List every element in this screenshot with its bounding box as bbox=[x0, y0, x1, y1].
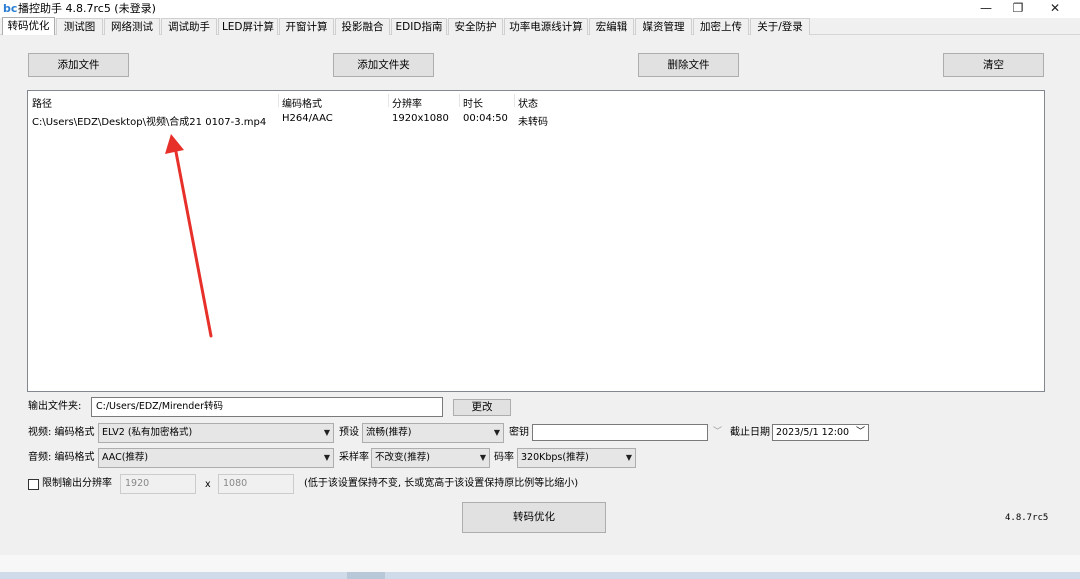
video-codec-label: 视频: 编码格式 bbox=[28, 427, 95, 438]
column-header-resolution[interactable]: 分辨率 bbox=[392, 95, 422, 110]
samplerate-label: 采样率 bbox=[339, 452, 369, 463]
preset-select[interactable]: 流畅(推荐) ▼ bbox=[362, 423, 504, 443]
tab-about-login[interactable]: 关于/登录 bbox=[750, 18, 810, 35]
file-list[interactable]: 路径 编码格式 分辨率 时长 状态 C:\Users\EDZ\Desktop\视… bbox=[27, 90, 1045, 392]
cell-resolution: 1920x1080 bbox=[392, 113, 449, 124]
dropdown-arrow-icon: ▼ bbox=[323, 428, 330, 437]
change-folder-button[interactable]: 更改 bbox=[453, 399, 511, 416]
column-header-path[interactable]: 路径 bbox=[32, 95, 52, 110]
dropdown-arrow-icon: ▼ bbox=[625, 453, 632, 462]
delete-file-button[interactable]: 删除文件 bbox=[638, 53, 739, 77]
output-folder-label: 输出文件夹: bbox=[28, 401, 82, 412]
limit-resolution-label: 限制输出分辨率 bbox=[42, 478, 112, 489]
tab-debug-assistant[interactable]: 调试助手 bbox=[161, 18, 217, 35]
convert-button[interactable]: 转码优化 bbox=[462, 502, 606, 533]
taskbar bbox=[0, 572, 1080, 579]
tab-window-calc[interactable]: 开窗计算 bbox=[279, 18, 334, 35]
tab-test-pattern[interactable]: 测试图 bbox=[56, 18, 103, 35]
tab-media-management[interactable]: 媒资管理 bbox=[635, 18, 692, 35]
title-bar: bc 播控助手 4.8.7rc5 (未登录) — ❐ ✕ bbox=[0, 0, 1080, 18]
expiry-date-value: 2023/5/1 12:00 bbox=[776, 427, 850, 438]
tab-network-test[interactable]: 网络测试 bbox=[104, 18, 160, 35]
output-folder-input[interactable]: C:/Users/EDZ/Mirender转码 bbox=[91, 397, 443, 417]
close-button[interactable]: ✕ bbox=[1040, 0, 1070, 18]
column-separator bbox=[388, 94, 389, 107]
dimension-separator: x bbox=[205, 479, 211, 490]
dropdown-arrow-icon: ▼ bbox=[493, 428, 500, 437]
audio-codec-select[interactable]: AAC(推荐) ▼ bbox=[98, 448, 334, 468]
preset-value: 流畅(推荐) bbox=[366, 427, 412, 438]
dropdown-arrow-icon: ▼ bbox=[479, 453, 486, 462]
tab-edid-guide[interactable]: EDID指南 bbox=[391, 18, 447, 35]
tab-led-calc[interactable]: LED屏计算 bbox=[218, 18, 278, 35]
samplerate-select[interactable]: 不改变(推荐) ▼ bbox=[371, 448, 490, 468]
tab-power-cable-calc[interactable]: 功率电源线计算 bbox=[504, 18, 588, 35]
window-title: 播控助手 4.8.7rc5 (未登录) bbox=[18, 2, 156, 15]
minimize-button[interactable]: — bbox=[971, 0, 1001, 18]
tab-security[interactable]: 安全防护 bbox=[448, 18, 503, 35]
add-file-button[interactable]: 添加文件 bbox=[28, 53, 129, 77]
resolution-hint: (低于该设置保持不变, 长或宽高于该设置保持原比例等比缩小) bbox=[304, 478, 579, 489]
column-header-codec[interactable]: 编码格式 bbox=[282, 95, 322, 110]
tab-projection-blend[interactable]: 投影融合 bbox=[335, 18, 390, 35]
preset-label: 预设 bbox=[339, 427, 359, 438]
key-label: 密钥 bbox=[509, 427, 529, 438]
cell-codec: H264/AAC bbox=[282, 113, 333, 124]
dropdown-arrow-icon: ▼ bbox=[323, 453, 330, 462]
max-height-input[interactable]: 1080 bbox=[218, 474, 294, 494]
audio-codec-value: AAC(推荐) bbox=[102, 452, 149, 463]
tab-macro-editor[interactable]: 宏编辑 bbox=[589, 18, 634, 35]
audio-codec-label: 音频: 编码格式 bbox=[28, 452, 95, 463]
key-input[interactable] bbox=[532, 424, 708, 441]
cell-path: C:\Users\EDZ\Desktop\视频\合成21 0107-3.mp4 bbox=[32, 117, 267, 128]
video-codec-select[interactable]: ELV2 (私有加密格式) ▼ bbox=[98, 423, 334, 443]
video-codec-value: ELV2 (私有加密格式) bbox=[102, 427, 193, 438]
tab-transcode[interactable]: 转码优化 bbox=[2, 17, 55, 36]
column-header-status[interactable]: 状态 bbox=[518, 95, 538, 110]
version-label: 4.8.7rc5 bbox=[1005, 513, 1049, 523]
clear-button[interactable]: 清空 bbox=[943, 53, 1044, 77]
limit-resolution-checkbox[interactable] bbox=[28, 479, 39, 490]
column-separator bbox=[459, 94, 460, 107]
tab-encrypt-upload[interactable]: 加密上传 bbox=[693, 18, 749, 35]
bitrate-label: 码率 bbox=[494, 452, 514, 463]
tab-bar: 转码优化 测试图 网络测试 调试助手 LED屏计算 开窗计算 投影融合 EDID… bbox=[0, 17, 1080, 36]
column-header-duration[interactable]: 时长 bbox=[463, 95, 483, 110]
expiry-date-label: 截止日期 bbox=[730, 427, 770, 438]
expiry-date-picker[interactable]: 2023/5/1 12:00 ﹀ bbox=[772, 424, 869, 441]
column-separator bbox=[278, 94, 279, 107]
bitrate-value: 320Kbps(推荐) bbox=[521, 452, 589, 463]
taskbar-item[interactable] bbox=[347, 572, 385, 579]
samplerate-value: 不改变(推荐) bbox=[375, 452, 430, 463]
bitrate-select[interactable]: 320Kbps(推荐) ▼ bbox=[517, 448, 636, 468]
cell-duration: 00:04:50 bbox=[463, 113, 508, 124]
max-width-input[interactable]: 1920 bbox=[120, 474, 196, 494]
maximize-button[interactable]: ❐ bbox=[1003, 0, 1033, 18]
column-separator bbox=[514, 94, 515, 107]
add-folder-button[interactable]: 添加文件夹 bbox=[333, 53, 434, 77]
app-logo-icon: bc bbox=[3, 2, 18, 15]
chevron-down-icon[interactable]: ﹀ bbox=[856, 425, 865, 440]
chevron-down-icon: ﹀ bbox=[713, 427, 723, 437]
cell-status: 未转码 bbox=[518, 117, 548, 128]
